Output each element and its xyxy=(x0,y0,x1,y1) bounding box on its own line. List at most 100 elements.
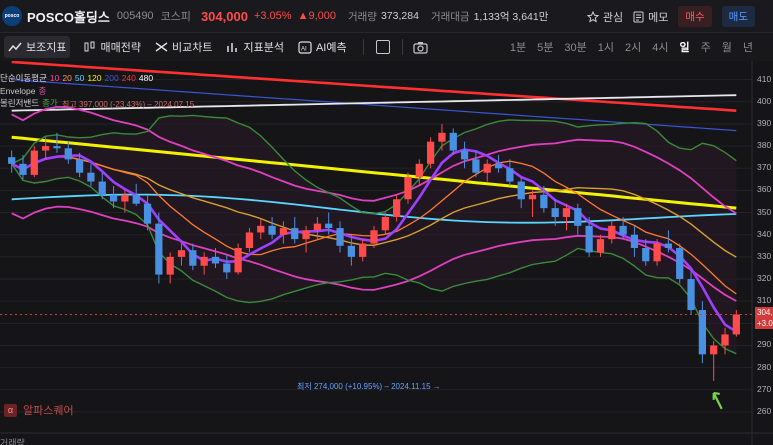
brand-watermark: α 알파스퀘어 xyxy=(4,402,74,418)
ai-predict-button[interactable]: AI AI예측 xyxy=(298,39,347,55)
candle-body xyxy=(710,345,718,355)
candle-body xyxy=(528,194,537,200)
compare-icon xyxy=(155,42,168,52)
stock-name: POSCO홀딩스 xyxy=(27,9,110,25)
candle-body xyxy=(540,194,548,209)
alpha-icon: α xyxy=(4,403,17,417)
candle-body xyxy=(415,163,423,178)
draw-box-icon[interactable] xyxy=(375,40,390,54)
price-axis-tick: 330 xyxy=(757,250,772,261)
candle-body xyxy=(574,208,582,226)
envelope-legend-row[interactable]: Envelope 종 xyxy=(0,85,153,98)
period-2[interactable]: 30분 xyxy=(564,39,586,55)
candle-body xyxy=(200,256,208,266)
chart-toolbar: 보조지표 매매전략 비교차트 지표분석 AI AI예측 1분 5분 30분 1시 2시 4… xyxy=(0,33,773,61)
ma-period: 480 xyxy=(138,73,154,83)
candle-body xyxy=(494,163,503,169)
candle-body xyxy=(562,208,571,217)
price-axis-tick: 370 xyxy=(757,162,772,173)
ma-period: 50 xyxy=(74,73,85,83)
low-annotation: 최저 274,000 (+10.95%) – 2024.11.15 → xyxy=(297,382,441,391)
candle-body xyxy=(506,168,514,182)
stock-code: 005490 xyxy=(116,10,154,22)
candle-body xyxy=(664,243,673,248)
envelope-label: Envelope xyxy=(0,85,36,96)
period-6[interactable]: 일 xyxy=(680,39,690,55)
candle-body xyxy=(460,150,469,160)
candle-body xyxy=(223,263,231,273)
period-selector: 1분 5분 30분 1시 2시 4시 일 주 월 년 xyxy=(510,39,753,55)
current-price: 304,000 xyxy=(200,8,248,24)
amount-label: 거래대금 xyxy=(430,10,470,23)
buy-button[interactable]: 매수 xyxy=(678,6,712,27)
indicator-icon xyxy=(8,42,22,52)
candle-body xyxy=(517,181,525,200)
period-0[interactable]: 1분 xyxy=(510,39,526,55)
candle-body xyxy=(98,181,106,195)
bollinger-param: 종가 xyxy=(42,98,58,108)
sell-button[interactable]: 매도 xyxy=(721,6,755,27)
price-axis-tick: 320 xyxy=(757,273,772,283)
price-axis-tick: 290 xyxy=(757,339,772,350)
period-5[interactable]: 4시 xyxy=(652,39,668,55)
company-logo: posco xyxy=(2,6,22,26)
ma-period: 20 xyxy=(62,73,72,83)
current-price-tag-change: +3.0 xyxy=(757,319,773,328)
analysis-label: 지표분석 xyxy=(243,42,284,54)
candle-body xyxy=(676,248,684,280)
volume-pane-label: 거래량 xyxy=(0,438,25,445)
price-axis-tick: 280 xyxy=(757,361,772,372)
candle-body xyxy=(393,199,401,217)
market-label: 코스피 xyxy=(160,11,191,23)
candle-body xyxy=(313,223,322,231)
period-1[interactable]: 5분 xyxy=(537,39,553,55)
period-7[interactable]: 주 xyxy=(701,39,711,55)
star-icon xyxy=(586,10,599,23)
candle-body xyxy=(381,216,389,231)
memo-icon xyxy=(633,11,644,22)
watch-button[interactable]: 관심 xyxy=(586,9,623,25)
compare-button[interactable]: 비교차트 xyxy=(155,39,212,55)
candle-body xyxy=(8,157,16,164)
memo-button[interactable]: 메모 xyxy=(633,9,668,25)
analysis-button[interactable]: 지표분석 xyxy=(226,39,284,55)
candle-body xyxy=(19,163,27,175)
candle-body xyxy=(449,132,457,151)
candle-body xyxy=(687,279,695,311)
period-8[interactable]: 월 xyxy=(722,39,732,55)
candle-body xyxy=(642,248,650,262)
price-axis-tick: 260 xyxy=(757,405,772,416)
ai-icon: AI xyxy=(298,40,312,54)
strategy-button[interactable]: 매매전략 xyxy=(84,39,141,55)
stock-header: posco POSCO홀딩스 005490 코스피 304,000 +3.05%… xyxy=(0,0,773,33)
candle-body xyxy=(472,159,480,173)
candle-body xyxy=(608,225,616,240)
candle-body xyxy=(155,223,163,275)
price-axis-tick: 360 xyxy=(757,184,772,195)
ma-legend-row[interactable]: 단순이동평균 10 20 50 120 200 240 480 xyxy=(0,72,153,85)
price-axis-tick: 390 xyxy=(757,117,772,128)
candle-body xyxy=(30,150,38,175)
volume-value: 373,284 xyxy=(380,10,419,22)
current-price-tag-value: 304, xyxy=(757,308,773,317)
candle-body xyxy=(268,225,276,235)
change-percent: +3.05% xyxy=(253,10,292,22)
candle-body xyxy=(109,194,118,202)
amount-value: 1,133억 3,641만 xyxy=(473,10,549,23)
candle-body xyxy=(87,172,95,182)
candle-body xyxy=(245,232,254,248)
period-3[interactable]: 1시 xyxy=(598,39,614,55)
strategy-label: 매매전략 xyxy=(100,42,141,54)
indicator-button[interactable]: 보조지표 xyxy=(4,36,71,58)
compare-label: 비교차트 xyxy=(171,42,213,54)
period-4[interactable]: 2시 xyxy=(625,39,641,55)
candle-body xyxy=(189,250,197,266)
camera-icon[interactable] xyxy=(412,41,428,54)
candle-body xyxy=(166,256,174,275)
price-axis-tick: 270 xyxy=(757,383,772,394)
period-9[interactable]: 년 xyxy=(743,39,753,55)
candle-body xyxy=(279,228,288,235)
candle-body xyxy=(336,228,344,246)
candle-body xyxy=(619,225,627,235)
ma-period: 240 xyxy=(121,73,136,83)
